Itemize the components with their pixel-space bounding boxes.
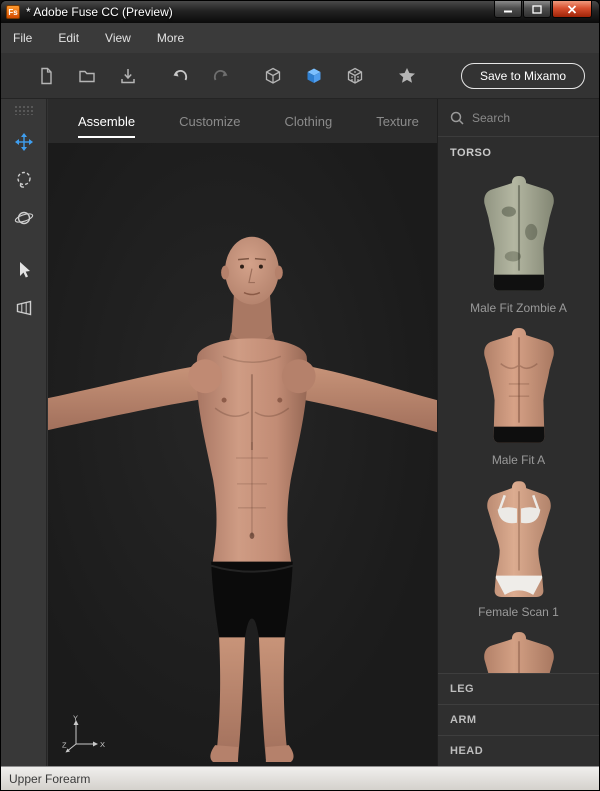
search-bar (438, 99, 599, 137)
menu-more[interactable]: More (157, 31, 184, 45)
status-text: Upper Forearm (9, 771, 91, 786)
mode-tabs: Assemble Customize Clothing Texture (48, 99, 437, 143)
list-item-torso-male-fit[interactable]: Male Fit A (438, 315, 599, 467)
tab-customize[interactable]: Customize (179, 114, 240, 129)
tab-texture[interactable]: Texture (376, 114, 419, 129)
camera-tool-icon (16, 300, 32, 316)
thumbnail-label: Male Fit A (491, 453, 546, 467)
redo-icon (213, 69, 228, 80)
camera-tool-button[interactable] (1, 289, 47, 327)
list-item-torso-zombie[interactable]: Male Fit Zombie A (438, 163, 599, 315)
cube-solid-icon (307, 68, 321, 83)
axis-x-label: X (100, 740, 105, 749)
app-logo-icon: Fs (6, 5, 20, 19)
save-to-mixamo-button[interactable]: Save to Mixamo (460, 63, 585, 89)
axis-y-label: Y (73, 714, 78, 723)
select-tool-icon (20, 262, 30, 278)
view-shaded-button[interactable] (303, 65, 325, 87)
library-panel: TORSO (437, 99, 599, 766)
viewport-3d[interactable]: Y X Z (48, 143, 437, 766)
orbit-tool-icon (14, 211, 34, 225)
tool-rail (1, 99, 47, 766)
tab-clothing[interactable]: Clothing (285, 114, 333, 129)
orbit-tool-button[interactable] (1, 199, 47, 237)
section-header-head[interactable]: HEAD (438, 735, 599, 766)
move-tool-icon (15, 133, 33, 151)
titlebar[interactable]: Fs * Adobe Fuse CC (Preview) (1, 1, 599, 23)
axis-gizmo: Y X Z (62, 714, 105, 753)
new-document-icon (41, 67, 52, 84)
minimize-button[interactable] (494, 1, 522, 18)
search-icon (450, 111, 464, 125)
view-wireframe-button[interactable] (262, 65, 284, 87)
list-item-torso-partial[interactable] (438, 619, 599, 673)
list-item-torso-female-scan[interactable]: Female Scan 1 (438, 467, 599, 619)
thumbnail-label: Male Fit Zombie A (470, 301, 567, 315)
cube-textured-icon (347, 67, 363, 84)
maximize-icon (532, 4, 542, 14)
section-header-arm[interactable]: ARM (438, 704, 599, 735)
section-header-torso[interactable]: TORSO (438, 137, 599, 163)
menu-edit[interactable]: Edit (58, 31, 79, 45)
statusbar: Upper Forearm (1, 766, 599, 790)
app-window: Fs * Adobe Fuse CC (Preview) File Edit V… (0, 0, 600, 791)
undo-icon (173, 69, 188, 80)
import-button[interactable] (117, 65, 139, 87)
axis-z-label: Z (62, 741, 67, 750)
section-header-leg[interactable]: LEG (438, 673, 599, 704)
move-tool-button[interactable] (1, 123, 47, 161)
torso-thumbnail-list: Male Fit Zombie A Male Fit A Female Scan… (438, 163, 599, 673)
open-folder-button[interactable] (76, 65, 98, 87)
toolbar: Save to Mixamo (1, 53, 599, 99)
minimize-icon (504, 10, 512, 12)
select-tool-button[interactable] (1, 251, 47, 289)
import-icon (121, 68, 135, 83)
window-controls (493, 1, 592, 18)
redo-button[interactable] (210, 65, 232, 87)
torso-zombie-thumbnail (483, 176, 554, 291)
view-textured-button[interactable] (344, 65, 366, 87)
cube-wireframe-icon (265, 67, 281, 84)
thumbnail-label: Female Scan 1 (478, 605, 559, 619)
tool-rail-grip (14, 105, 33, 115)
new-document-button[interactable] (35, 65, 57, 87)
torso-female-thumbnail (486, 481, 551, 597)
favorites-button[interactable] (396, 65, 418, 87)
star-icon (399, 67, 415, 83)
lasso-tool-button[interactable] (1, 161, 47, 199)
menu-file[interactable]: File (13, 31, 32, 45)
torso-male-thumbnail (483, 328, 554, 443)
menu-view[interactable]: View (105, 31, 131, 45)
search-input[interactable] (472, 110, 584, 125)
torso-partial-thumbnail (483, 632, 554, 673)
tab-assemble[interactable]: Assemble (78, 114, 136, 138)
maximize-button[interactable] (523, 1, 551, 18)
lasso-tool-icon (17, 171, 31, 188)
menubar: File Edit View More (1, 23, 599, 53)
undo-button[interactable] (169, 65, 191, 87)
open-folder-icon (79, 70, 95, 82)
character-model[interactable] (48, 143, 437, 766)
window-title: * Adobe Fuse CC (Preview) (26, 5, 173, 19)
close-button[interactable] (552, 1, 592, 18)
close-icon (567, 4, 577, 14)
